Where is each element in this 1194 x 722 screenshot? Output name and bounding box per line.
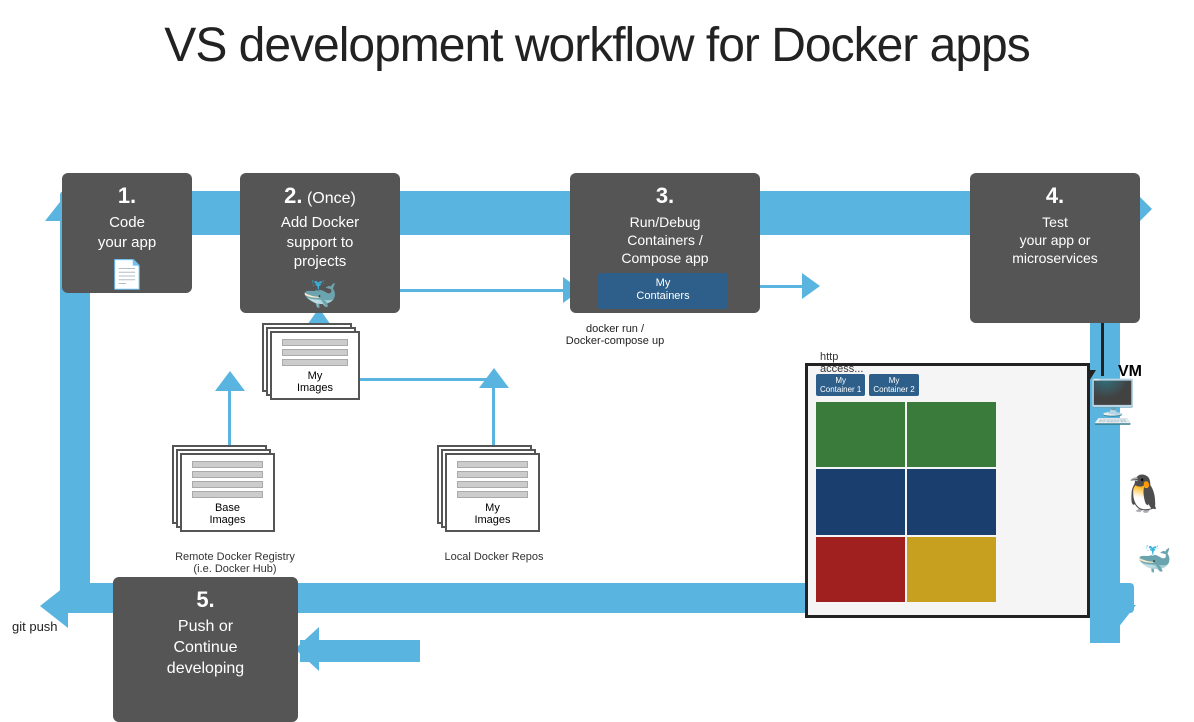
step4-number: 4. xyxy=(978,183,1132,209)
step5-number: 5. xyxy=(121,587,290,613)
step1-number: 1. xyxy=(70,183,184,209)
docker-run-label: docker run / Docker-compose up xyxy=(555,323,675,347)
my-container1-badge: My Container 1 xyxy=(816,374,865,396)
arrow-local-up-head xyxy=(479,368,509,388)
vm-box: My Container 1 My Container 2 xyxy=(805,363,1090,618)
container-blue-1 xyxy=(816,469,905,534)
arrow-local-to-box2 xyxy=(350,378,495,381)
arrow-myimages-to-box3 xyxy=(370,289,570,292)
flow-arrow-right-down-head xyxy=(1092,605,1136,633)
my-images-local-area: My Images xyxy=(445,453,540,532)
docker-icon: 🐳 xyxy=(248,278,392,311)
step2-box: 2. (Once) Add Docker support to projects… xyxy=(240,173,400,313)
arrow-containers-to-vm-head xyxy=(802,273,820,299)
my-images-label-top: My Images xyxy=(280,370,350,394)
arrow-local-up xyxy=(492,383,495,453)
container-red xyxy=(816,537,905,602)
arrow-vm-down xyxy=(1101,318,1104,376)
step5-box: 5. Push or Continue developing xyxy=(113,577,298,722)
step4-box: 4. Test your app or microservices xyxy=(970,173,1140,323)
local-repos-label: Local Docker Repos xyxy=(444,551,544,563)
vm-container-grid xyxy=(816,402,996,602)
my-images-box2-area: My Images xyxy=(270,331,360,400)
container-green-2 xyxy=(907,402,996,467)
arrow-base-to-myimages-head xyxy=(215,371,245,391)
step5-label: Push or Continue developing xyxy=(121,617,290,679)
arrow-to-step5-head xyxy=(295,627,319,671)
step3-label: Run/Debug Containers / Compose app xyxy=(578,213,752,268)
my-containers-box: My Containers xyxy=(598,273,728,309)
step1-label: Code your app xyxy=(70,213,184,252)
my-images-local-label: My Images xyxy=(455,502,530,526)
docker-whale-vm-icon: 🐳 xyxy=(1137,543,1172,576)
container-yellow xyxy=(907,537,996,602)
vm-header-row: My Container 1 My Container 2 xyxy=(816,374,919,396)
step2-number: 2. xyxy=(284,183,302,208)
my-containers-label: My Containers xyxy=(636,277,689,302)
container-blue-2 xyxy=(907,469,996,534)
linux-penguin-icon: 🐧 xyxy=(1121,473,1166,515)
step2-qualifier: (Once) xyxy=(307,190,356,207)
step2-header: 2. (Once) xyxy=(248,183,392,209)
base-images-label: Base Images xyxy=(190,502,265,526)
http-access-label: http access... xyxy=(820,351,863,375)
step1-box: 1. Code your app 📄 xyxy=(62,173,192,293)
my-container2-badge: My Container 2 xyxy=(869,374,918,396)
document-icon: 📄 xyxy=(70,258,184,291)
base-images-area: Base Images xyxy=(180,453,275,532)
git-push-label: git push xyxy=(12,619,58,634)
step4-label: Test your app or microservices xyxy=(978,213,1132,268)
step3-number: 3. xyxy=(578,183,752,209)
container-green-1 xyxy=(816,402,905,467)
arrow-base-to-myimages xyxy=(228,383,231,453)
main-title: VS development workflow for Docker apps xyxy=(0,0,1194,83)
step2-label: Add Docker support to projects xyxy=(248,213,392,272)
remote-registry-label: Remote Docker Registry (i.e. Docker Hub) xyxy=(175,551,295,575)
vm-monitor-icon: 🖥️ xyxy=(1087,378,1139,427)
